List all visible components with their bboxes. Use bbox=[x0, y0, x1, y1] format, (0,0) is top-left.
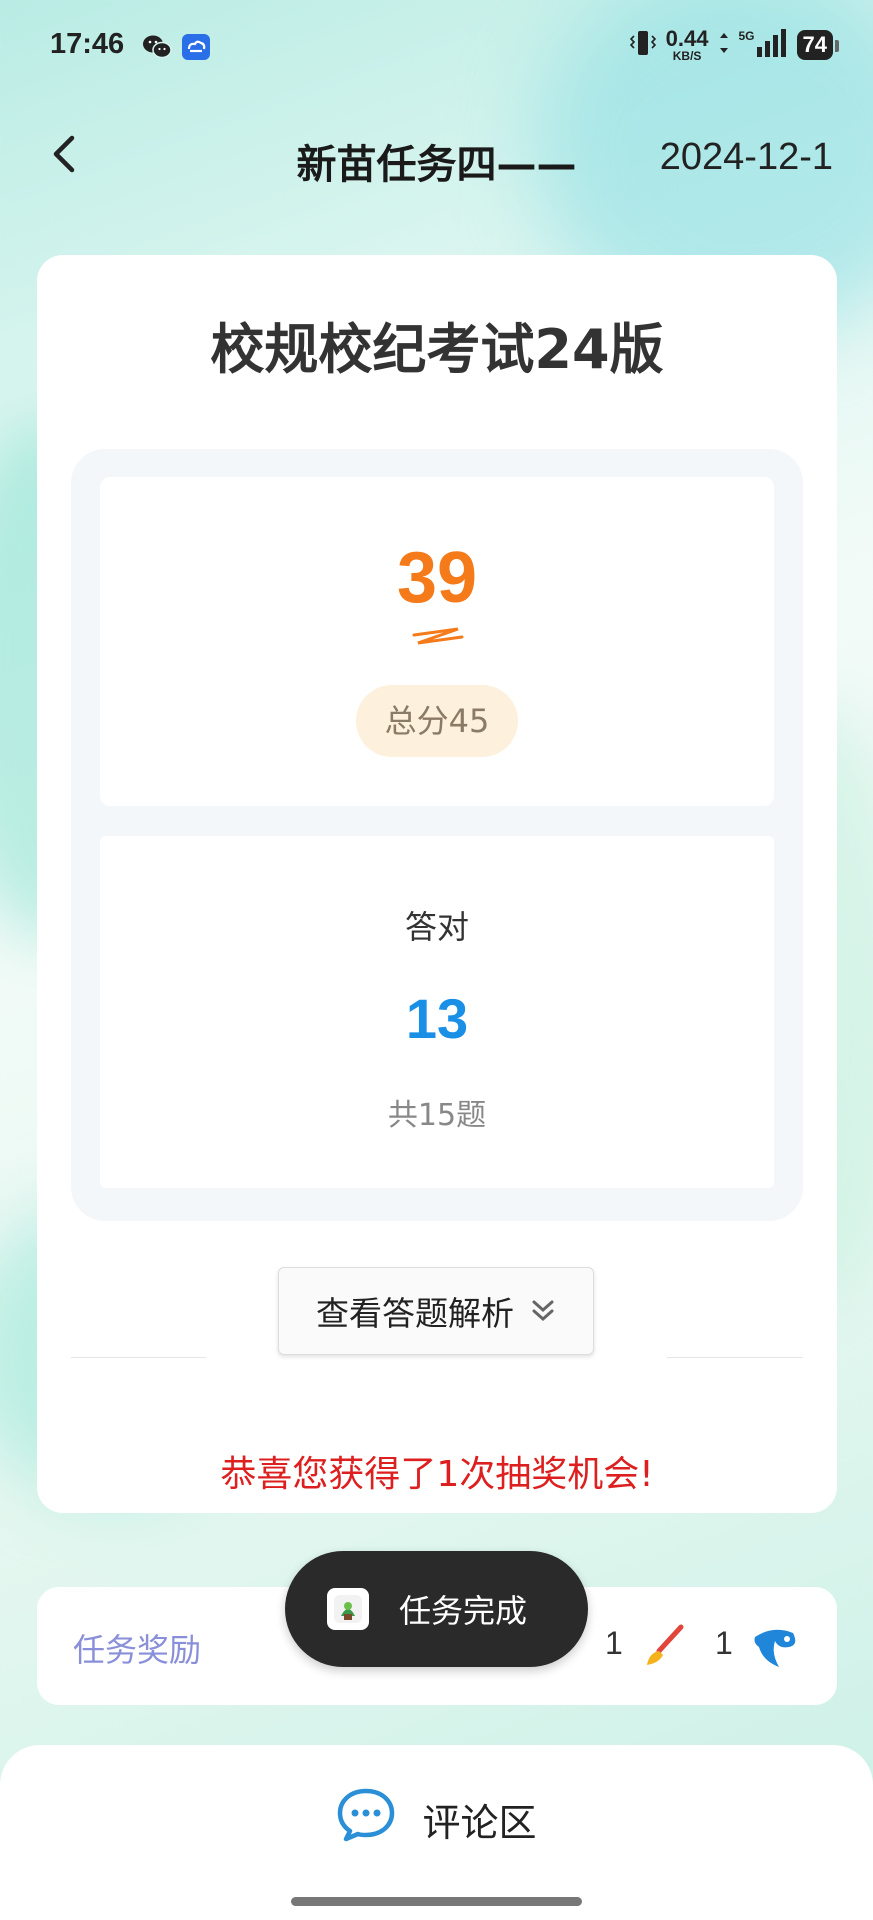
network-type: 5G bbox=[738, 29, 755, 43]
correct-box: 答对 13 共15题 bbox=[100, 836, 774, 1188]
divider bbox=[667, 1357, 803, 1358]
wechat-icon bbox=[142, 34, 172, 64]
result-card: 校规校纪考试24版 39 总分45 答对 13 共15题 查看答题解析 恭喜您获… bbox=[37, 255, 837, 1513]
double-chevron-down-icon bbox=[532, 1300, 554, 1322]
chat-bubble-icon bbox=[336, 1787, 396, 1852]
reward-count: 1 bbox=[715, 1625, 733, 1661]
comment-section[interactable]: 评论区 bbox=[0, 1745, 873, 1920]
paintbrush-icon bbox=[641, 1623, 687, 1673]
network-speed: 0.44 KB/S bbox=[665, 26, 709, 63]
question-total: 共15题 bbox=[387, 1098, 487, 1133]
score-panel: 39 总分45 答对 13 共15题 bbox=[71, 449, 803, 1221]
view-analysis-button[interactable]: 查看答题解析 bbox=[278, 1267, 594, 1355]
home-indicator[interactable] bbox=[291, 1897, 582, 1906]
lottery-message: 恭喜您获得了1次抽奖机会! bbox=[220, 1454, 654, 1495]
toast-text: 任务完成 bbox=[399, 1592, 528, 1630]
score-value: 39 bbox=[396, 538, 478, 618]
status-time: 17:46 bbox=[50, 28, 125, 60]
header: 新苗任务四—— 2024-12-1 bbox=[0, 120, 873, 200]
score-underline-icon bbox=[412, 627, 464, 645]
divider bbox=[71, 1357, 206, 1358]
data-transfer-icon bbox=[719, 31, 729, 59]
signal-icon bbox=[756, 29, 787, 61]
reward-count: 1 bbox=[605, 1625, 623, 1661]
vibrate-icon bbox=[629, 28, 656, 62]
status-bar: 17:46 0.44 KB/S 5G 74 bbox=[0, 0, 873, 96]
view-analysis-label: 查看答题解析 bbox=[316, 1294, 514, 1333]
exam-title: 校规校纪考试24版 bbox=[210, 318, 664, 381]
comment-label: 评论区 bbox=[422, 1801, 537, 1845]
water-drop-icon bbox=[749, 1623, 799, 1677]
task-date: 2024-12-1 bbox=[659, 136, 833, 178]
cloud-sync-icon bbox=[182, 34, 210, 64]
toast-notification: 任务完成 bbox=[285, 1551, 588, 1667]
score-box: 39 总分45 bbox=[100, 477, 774, 806]
reward-label: 任务奖励 bbox=[73, 1631, 202, 1669]
correct-count: 13 bbox=[405, 987, 469, 1050]
battery-indicator: 74 bbox=[796, 30, 840, 60]
total-score-badge: 总分45 bbox=[356, 685, 518, 757]
app-icon bbox=[327, 1588, 369, 1630]
correct-label: 答对 bbox=[404, 908, 469, 946]
